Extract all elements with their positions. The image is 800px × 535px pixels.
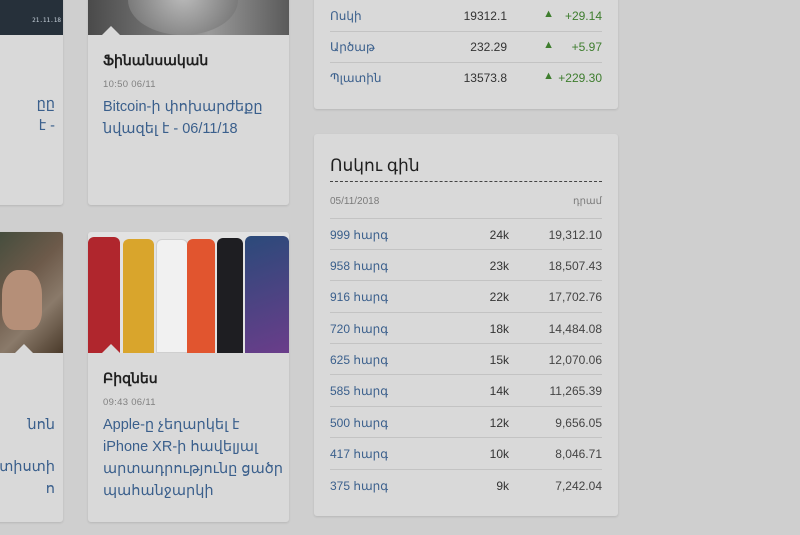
- gold-karat: 9k: [496, 479, 509, 493]
- gold-price: 9,656.05: [555, 416, 602, 430]
- gold-price: 18,507.43: [548, 259, 602, 273]
- metal-change: +29.14: [564, 9, 602, 23]
- up-arrow-icon: ▲: [543, 8, 554, 20]
- metal-name[interactable]: Պլատին: [330, 71, 381, 85]
- gold-karat: 14k: [489, 384, 509, 398]
- metal-value: 232.29: [470, 40, 507, 54]
- gold-unit: դրամ: [572, 196, 602, 207]
- gold-row[interactable]: 916 հարգ 22k 17,702.76: [330, 280, 602, 312]
- gold-row[interactable]: 500 հարգ 12k 9,656.05: [330, 406, 602, 438]
- gold-row[interactable]: 375 հարգ 9k 7,242.04: [330, 469, 602, 501]
- metal-value: 13573.8: [463, 71, 507, 85]
- gold-row[interactable]: 999 հարգ 24k 19,312.10: [330, 218, 602, 250]
- article-title[interactable]: Apple-ը չեղարկել է iPhone XR-ի հավելյալ …: [103, 414, 283, 502]
- gold-row[interactable]: 417 հարգ 10k 8,046.71: [330, 437, 602, 469]
- up-arrow-icon: ▲: [543, 70, 554, 82]
- gold-row[interactable]: 720 հարգ 18k 14,484.08: [330, 312, 602, 344]
- gold-karat: 10k: [489, 447, 509, 461]
- gold-row[interactable]: 585 հարգ 14k 11,265.39: [330, 374, 602, 406]
- gold-price-card: Ոսկու գին 05/11/2018 դրամ 999 հարգ 24k 1…: [314, 134, 618, 516]
- partial-headline[interactable]: նոն տիստի ո: [0, 414, 55, 500]
- metal-name[interactable]: Արծաթ: [330, 40, 375, 54]
- gold-row[interactable]: 958 հարգ 23k 18,507.43: [330, 249, 602, 281]
- gold-purity[interactable]: 720 հարգ: [330, 322, 388, 336]
- article-image-iphones[interactable]: [88, 232, 289, 353]
- article-time: 10:50 06/11: [103, 79, 156, 90]
- gold-purity[interactable]: 585 հարգ: [330, 384, 388, 398]
- partial-article-card-top[interactable]: 21.11.18 ըը է -: [0, 0, 63, 205]
- up-arrow-icon: ▲: [543, 39, 554, 51]
- gold-purity[interactable]: 625 հարգ: [330, 353, 388, 367]
- gold-price: 19,312.10: [548, 228, 602, 242]
- metal-change: +5.97: [571, 40, 602, 54]
- metal-name[interactable]: Ոսկի: [330, 9, 362, 23]
- article-time: 09:43 06/11: [103, 397, 156, 408]
- gold-price-title: Ոսկու գին: [330, 156, 420, 175]
- partial-article-image[interactable]: 21.11.18: [0, 0, 63, 35]
- phone-blue: [245, 236, 289, 353]
- gold-karat: 18k: [489, 322, 509, 336]
- title-divider: [330, 181, 602, 182]
- partial-article-card-bottom[interactable]: նոն տիստի ո: [0, 232, 63, 522]
- partial-article-image[interactable]: [0, 232, 63, 353]
- gold-purity[interactable]: 999 հարգ: [330, 228, 388, 242]
- article-category[interactable]: Ֆինանսական: [103, 52, 208, 69]
- gold-price: 8,046.71: [555, 447, 602, 461]
- metals-prices-card: Ոսկի 19312.1 ▲ +29.14 Արծաթ 232.29 ▲ +5.…: [314, 0, 618, 109]
- gold-date: 05/11/2018: [330, 196, 380, 207]
- gold-purity[interactable]: 375 հարգ: [330, 479, 388, 493]
- phone-coral: [187, 239, 215, 353]
- gold-price: 17,702.76: [548, 290, 602, 304]
- gold-purity[interactable]: 417 հարգ: [330, 447, 388, 461]
- metal-row-silver[interactable]: Արծաթ 232.29 ▲ +5.97: [330, 31, 602, 63]
- article-category[interactable]: Բիզնես: [103, 370, 158, 387]
- phone-yellow: [123, 239, 154, 353]
- partial-headline[interactable]: ըը է -: [37, 93, 55, 137]
- gold-price: 12,070.06: [548, 353, 602, 367]
- gold-purity[interactable]: 958 հարգ: [330, 259, 388, 273]
- gold-purity[interactable]: 500 հարգ: [330, 416, 388, 430]
- gold-karat: 23k: [489, 259, 509, 273]
- gold-karat: 15k: [489, 353, 509, 367]
- metal-value: 19312.1: [463, 9, 507, 23]
- metal-row-gold[interactable]: Ոսկի 19312.1 ▲ +29.14: [330, 0, 602, 32]
- partial-photo-face: [2, 270, 42, 330]
- gold-row[interactable]: 625 հարգ 15k 12,070.06: [330, 343, 602, 375]
- metal-row-platinum[interactable]: Պլատին 13573.8 ▲ +229.30: [330, 62, 602, 93]
- metal-change: +229.30: [558, 71, 602, 85]
- phone-white: [156, 239, 188, 353]
- phone-black: [217, 238, 243, 353]
- gold-karat: 12k: [489, 416, 509, 430]
- gold-purity[interactable]: 916 հարգ: [330, 290, 388, 304]
- article-card-business[interactable]: Բիզնես 09:43 06/11 Apple-ը չեղարկել է iP…: [88, 232, 289, 522]
- partial-image-label: 21.11.18: [32, 17, 61, 24]
- gold-price: 11,265.39: [549, 384, 603, 398]
- gold-karat: 24k: [489, 228, 509, 242]
- phone-red: [88, 237, 120, 353]
- gold-karat: 22k: [489, 290, 509, 304]
- coin-shape: [128, 0, 238, 35]
- article-card-financial[interactable]: Ֆինանսական 10:50 06/11 Bitcoin-ի փոխարժե…: [88, 0, 289, 205]
- gold-price: 14,484.08: [548, 322, 602, 336]
- article-title[interactable]: Bitcoin-ի փոխարժեքը նվազել է - 06/11/18: [103, 96, 263, 140]
- gold-price: 7,242.04: [555, 479, 602, 493]
